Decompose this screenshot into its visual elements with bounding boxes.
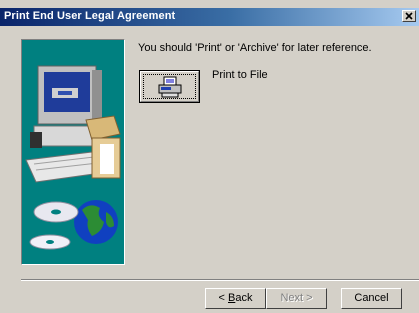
print-to-file-button[interactable]: [139, 70, 200, 103]
close-button[interactable]: [402, 10, 416, 22]
wizard-side-picture: [21, 39, 125, 265]
window-top-edge: [0, 0, 419, 8]
window-title: Print End User Legal Agreement: [4, 10, 176, 22]
computer-globe-illustration: [25, 65, 121, 250]
back-label-rest: ack: [235, 292, 253, 304]
dialog-window: Print End User Legal Agreement You shoul…: [0, 0, 419, 313]
instruction-text: You should 'Print' or 'Archive' for late…: [138, 42, 372, 54]
printer-icon: [158, 76, 182, 98]
next-button[interactable]: Next >: [266, 288, 327, 309]
close-icon: [405, 12, 413, 20]
title-bar[interactable]: Print End User Legal Agreement: [0, 8, 419, 26]
print-to-file-label: Print to File: [212, 69, 268, 81]
cancel-button[interactable]: Cancel: [341, 288, 402, 309]
back-button[interactable]: < Back: [205, 288, 266, 309]
next-label: Next: [280, 292, 304, 304]
button-divider: [21, 279, 419, 281]
